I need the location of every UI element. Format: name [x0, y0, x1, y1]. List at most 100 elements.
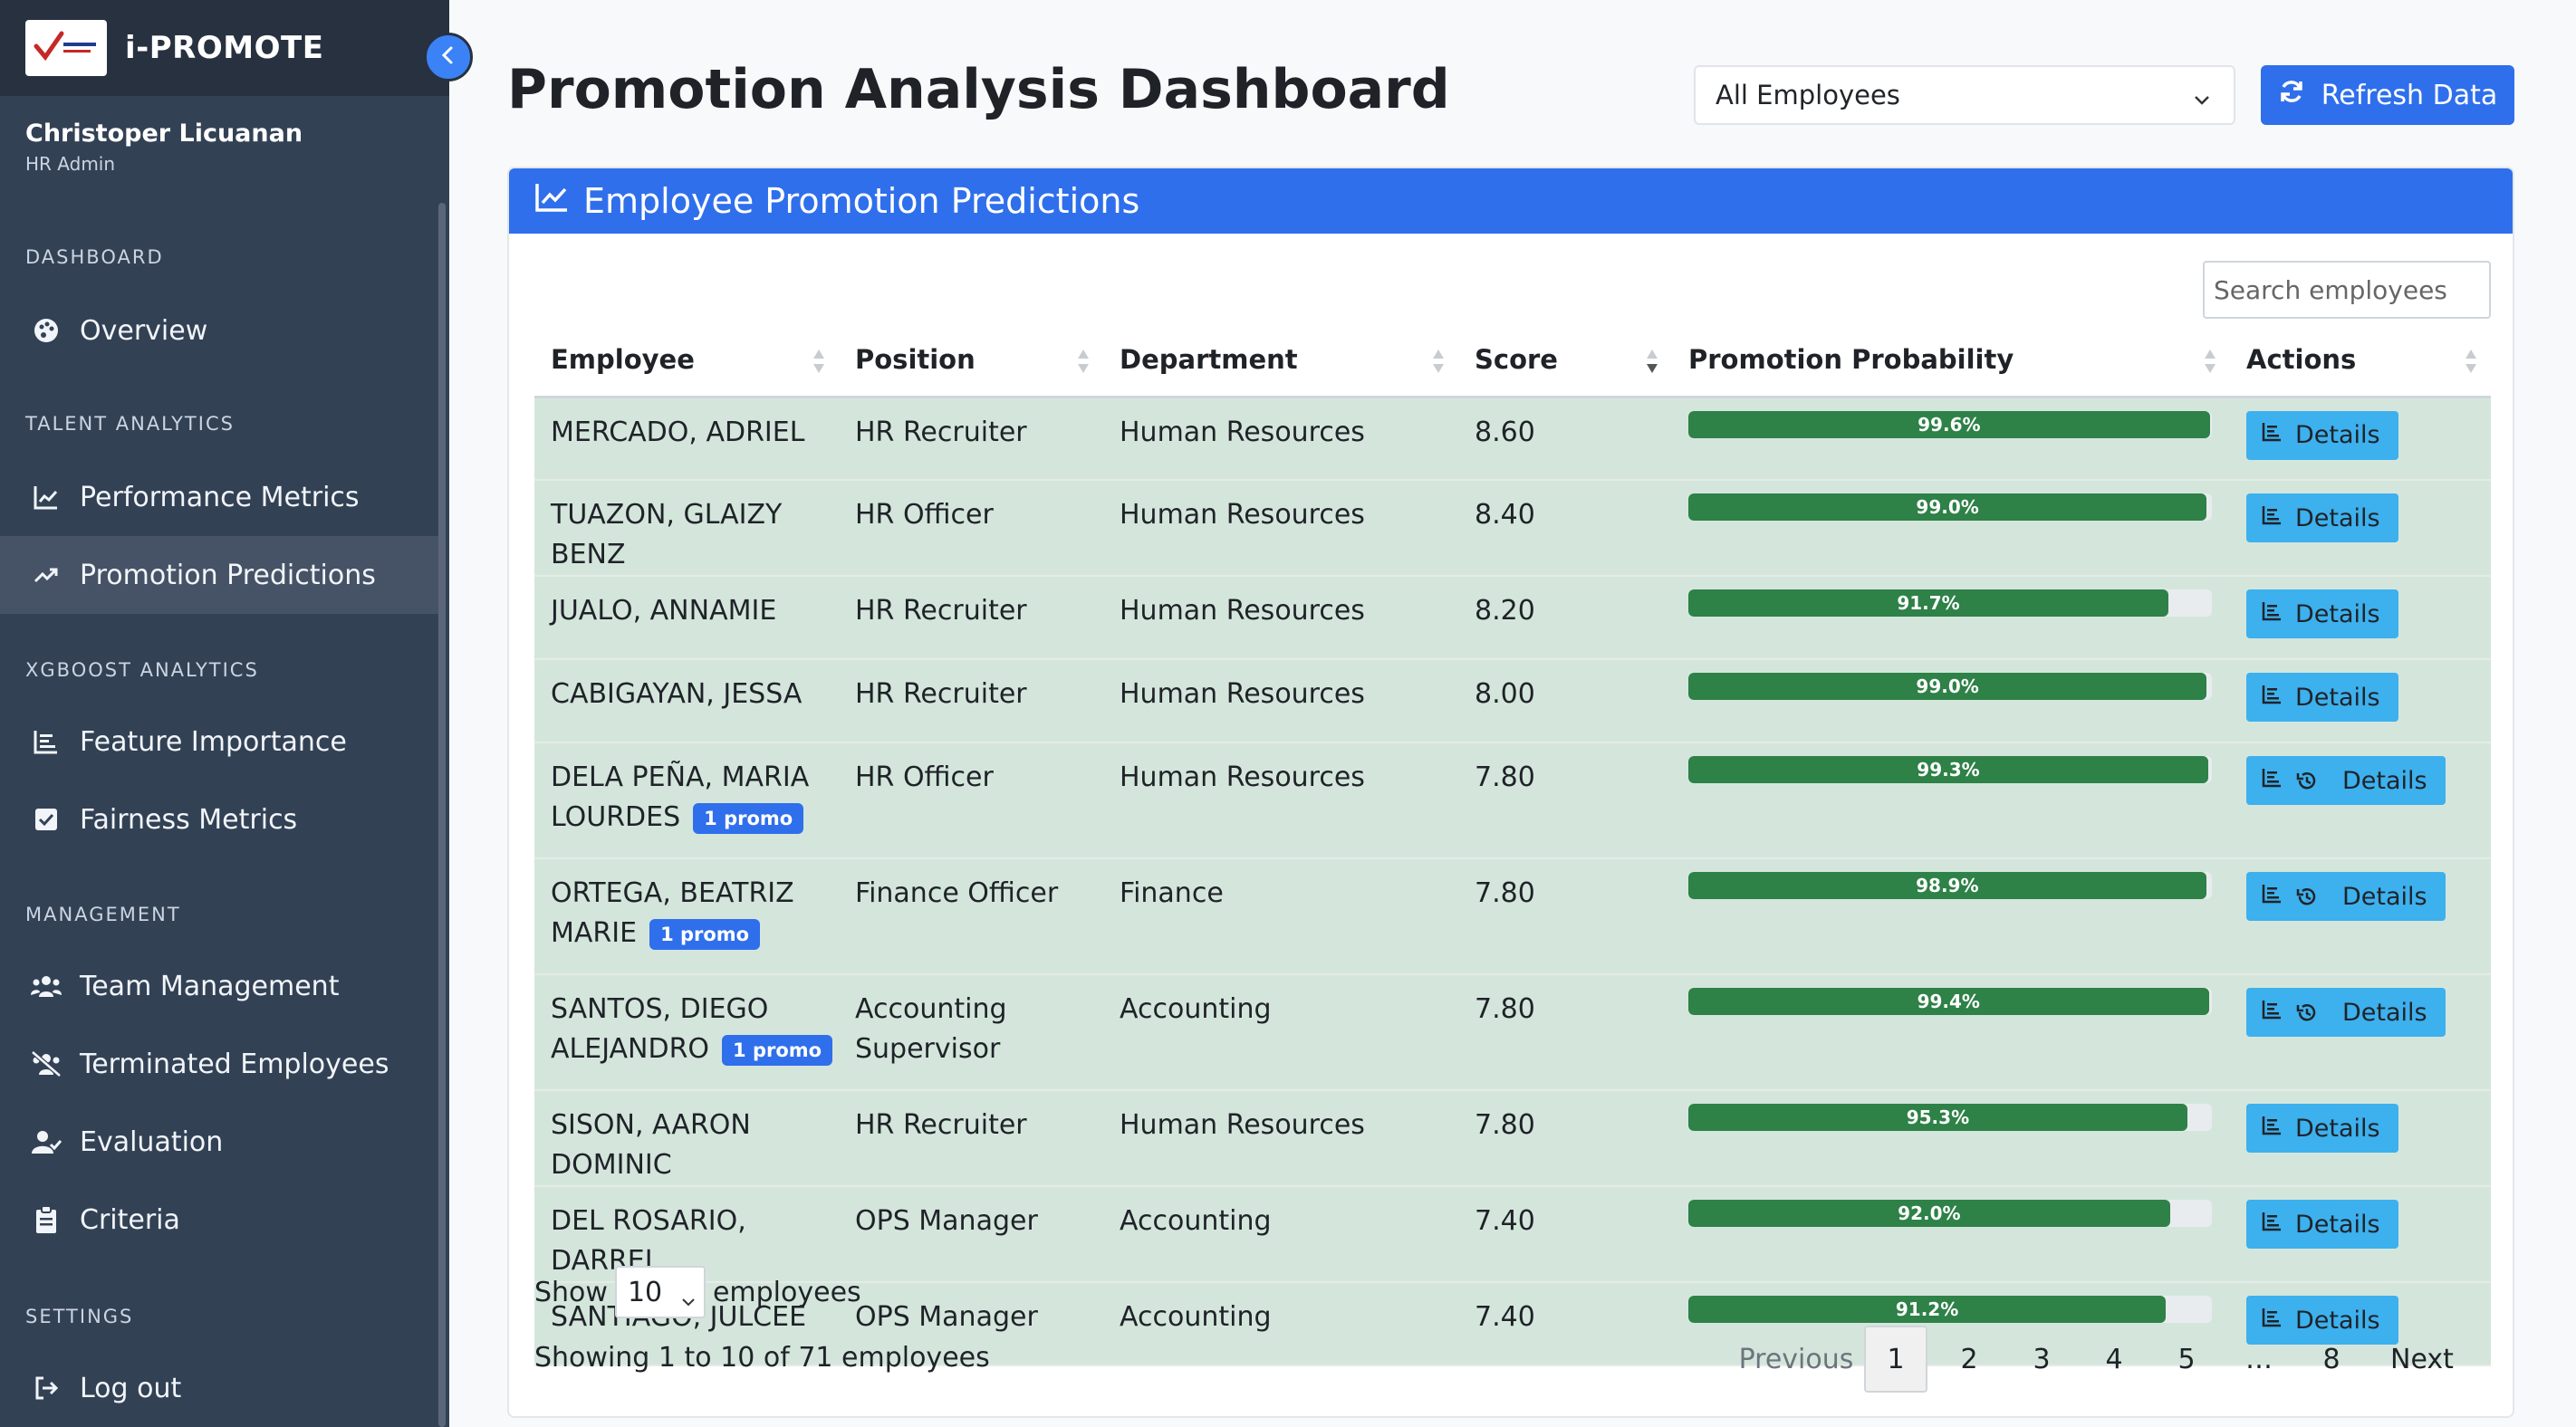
cell-department: Human Resources [1103, 659, 1458, 743]
details-button[interactable]: Details [2246, 493, 2398, 542]
pagination-page-3[interactable]: 3 [2005, 1326, 2078, 1393]
details-button[interactable]: Details [2246, 410, 2398, 460]
probability-bar: 91.7% [1688, 589, 2212, 617]
cell-actions: Details [2230, 742, 2491, 859]
refresh-data-button[interactable]: Refresh Data [2261, 65, 2514, 125]
section-xgboost-analytics: XGBOOST ANALYTICS [25, 659, 259, 681]
pagination-page-4[interactable]: 4 [2078, 1326, 2150, 1393]
sidebar-item-fairness-metrics[interactable]: Fairness Metrics [0, 781, 438, 858]
probability-label: 91.2% [1895, 1298, 1959, 1320]
details-label: Details [2295, 599, 2380, 628]
pagination-previous[interactable]: Previous [1728, 1326, 1864, 1393]
pagination-page-5[interactable]: 5 [2150, 1326, 2223, 1393]
page-size-value: 10 [627, 1276, 663, 1308]
sort-icon [1076, 348, 1091, 381]
details-button[interactable]: Details [2246, 756, 2446, 805]
cell-department: Finance [1103, 858, 1458, 975]
cell-score: 7.40 [1458, 1186, 1672, 1283]
pagination-next[interactable]: Next [2368, 1326, 2476, 1393]
cell-position: Accounting Supervisor [839, 974, 1103, 1091]
cell-employee: SANTOS, DIEGO ALEJANDRO 1 promo [534, 974, 839, 1091]
score-text: 8.40 [1475, 499, 1535, 531]
sidebar-item-label: Feature Importance [80, 725, 347, 758]
cell-score: 8.00 [1458, 659, 1672, 743]
column-header-employee[interactable]: Employee [534, 324, 839, 398]
sort-icon [2464, 348, 2478, 381]
details-label: Details [2295, 421, 2380, 449]
position-text: OPS Manager [855, 1205, 1038, 1237]
sidebar-item-feature-importance[interactable]: Feature Importance [0, 703, 438, 781]
details-button[interactable]: Details [2246, 1104, 2398, 1153]
cell-actions: Details [2230, 858, 2491, 975]
search-employees-input[interactable] [2203, 261, 2491, 319]
sidebar-item-team-management[interactable]: Team Management [0, 947, 438, 1025]
table-row: CABIGAYAN, JESSA HR Recruiter Human Resour… [534, 659, 2491, 743]
company-logo [25, 20, 107, 76]
promo-badge: 1 promo [693, 802, 804, 834]
sidebar-item-performance-metrics[interactable]: Performance Metrics [0, 458, 438, 536]
score-text: 7.80 [1475, 877, 1535, 909]
pagination-page-2[interactable]: 2 [1933, 1326, 2005, 1393]
column-header-score[interactable]: Score [1458, 324, 1672, 398]
position-text: Accounting Supervisor [855, 993, 1007, 1065]
cell-score: 7.40 [1458, 1282, 1672, 1366]
details-button[interactable]: Details [2246, 589, 2398, 638]
sidebar-item-log-out[interactable]: Log out [0, 1349, 438, 1427]
column-header-promotion-probability[interactable]: Promotion Probability [1672, 324, 2230, 398]
sidebar-item-criteria[interactable]: Criteria [0, 1181, 438, 1259]
pagination-page-1[interactable]: 1 [1864, 1326, 1927, 1393]
column-header-position[interactable]: Position [839, 324, 1103, 398]
cell-department: Human Resources [1103, 576, 1458, 660]
sidebar-scrollbar[interactable] [438, 203, 446, 1427]
sidebar-item-promotion-predictions[interactable]: Promotion Predictions [0, 536, 438, 614]
pagination-page-8[interactable]: 8 [2295, 1326, 2368, 1393]
page-size-select[interactable]: 10 [614, 1266, 706, 1318]
chevron-down-icon [2192, 85, 2212, 116]
sidebar-collapse-button[interactable] [424, 33, 473, 81]
sidebar-item-label: Terminated Employees [80, 1048, 389, 1080]
filter-value: All Employees [1716, 80, 1900, 110]
page-size-control: Show 10 employees [534, 1266, 861, 1318]
department-text: Human Resources [1120, 499, 1365, 531]
card-header: Employee Promotion Predictions [509, 168, 2513, 234]
table-info: Showing 1 to 10 of 71 employees [534, 1342, 990, 1374]
sidebar-item-overview[interactable]: Overview [0, 292, 438, 369]
sidebar-item-terminated-employees[interactable]: Terminated Employees [0, 1025, 438, 1103]
sort-icon [2203, 348, 2217, 381]
probability-bar: 99.6% [1688, 410, 2212, 438]
details-button[interactable]: Details [2246, 673, 2398, 722]
cell-position: HR Recruiter [839, 397, 1103, 481]
details-button[interactable]: Details [2246, 872, 2446, 921]
details-label: Details [2342, 766, 2427, 795]
probability-fill: 99.6% [1688, 410, 2210, 438]
cell-score: 7.80 [1458, 974, 1672, 1091]
details-button[interactable]: Details [2246, 988, 2446, 1037]
probability-bar: 91.2% [1688, 1296, 2212, 1323]
cell-probability: 98.9% [1672, 858, 2230, 975]
probability-fill: 91.7% [1688, 589, 2169, 617]
column-label: Actions [2246, 344, 2357, 376]
score-text: 7.80 [1475, 1109, 1535, 1141]
column-header-department[interactable]: Department [1103, 324, 1458, 398]
probability-label: 99.3% [1917, 759, 1980, 781]
details-label: Details [2342, 882, 2427, 911]
table-row: SANTOS, DIEGO ALEJANDRO 1 promo Accounting… [534, 974, 2491, 1091]
section-talent-analytics: TALENT ANALYTICS [25, 413, 235, 435]
pagination-ellipsis: … [2245, 1343, 2273, 1375]
probability-label: 95.3% [1906, 1106, 1970, 1128]
probability-bar: 98.9% [1688, 872, 2212, 899]
cell-probability: 99.4% [1672, 974, 2230, 1091]
bar-chart-icon [2261, 684, 2295, 712]
probability-bar: 99.0% [1688, 493, 2212, 521]
sidebar-item-evaluation[interactable]: Evaluation [0, 1103, 438, 1181]
probability-label: 92.0% [1898, 1202, 1961, 1224]
employee-name: CABIGAYAN, JESSA [551, 678, 803, 710]
details-button[interactable]: Details [2246, 1200, 2398, 1249]
sidebar-item-label: Performance Metrics [80, 481, 360, 513]
column-header-actions[interactable]: Actions [2230, 324, 2491, 398]
probability-fill: 91.2% [1688, 1296, 2167, 1323]
cell-department: Human Resources [1103, 397, 1458, 481]
probability-fill: 92.0% [1688, 1200, 2170, 1227]
employee-filter-select[interactable]: All Employees [1694, 65, 2235, 125]
details-label: Details [2342, 998, 2427, 1027]
